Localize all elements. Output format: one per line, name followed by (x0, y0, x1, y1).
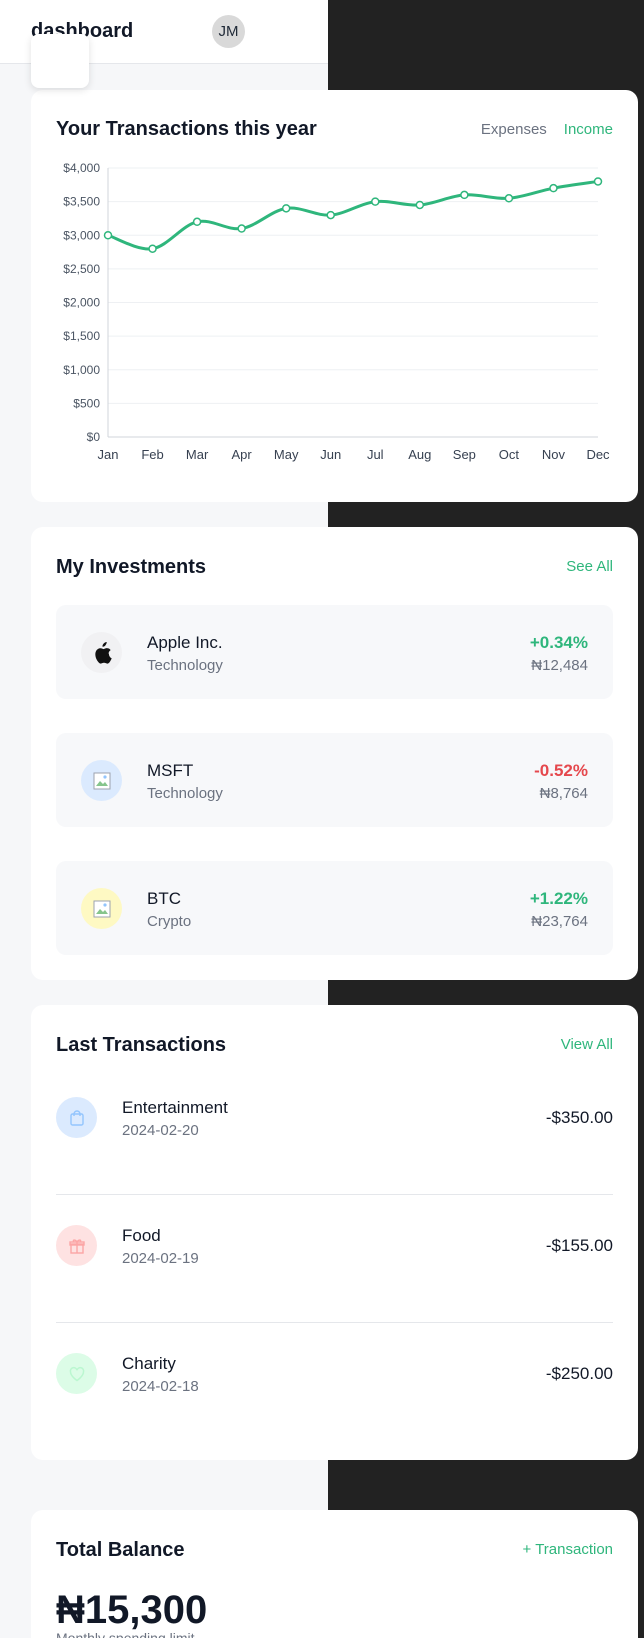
spending-limit-label: Monthly spending limit (56, 1630, 195, 1638)
transaction-name: Entertainment (122, 1098, 228, 1117)
y-tick-label: $2,500 (63, 262, 100, 276)
transaction-row[interactable]: Entertainment 2024-02-20 -$350.00 (56, 1067, 613, 1195)
transaction-date: 2024-02-19 (122, 1250, 199, 1267)
total-balance-card: Total Balance + Transaction ₦15,300 Mont… (31, 1510, 638, 1638)
x-tick-label: Jan (98, 447, 119, 462)
investment-amount: ₦23,764 (531, 913, 588, 930)
investment-category: Technology (147, 657, 223, 674)
expenses-toggle[interactable]: Expenses (481, 121, 547, 138)
last-transactions-title: Last Transactions (56, 1034, 227, 1056)
chart-card-title: Your Transactions this year (56, 118, 317, 140)
data-point (371, 197, 380, 206)
data-point (415, 200, 425, 210)
investment-item-msft[interactable]: MSFT Technology -0.52% ₦8,764 (56, 733, 613, 827)
y-tick-label: $1,000 (63, 363, 100, 377)
investment-change: +1.22% (529, 889, 588, 908)
x-tick-label: Dec (586, 447, 610, 462)
apple-icon (81, 632, 122, 673)
income-toggle[interactable]: Income (564, 121, 613, 138)
chart-toggle-group: Expenses Income (481, 121, 613, 138)
data-point (192, 217, 202, 227)
x-tick-label: Aug (408, 447, 431, 462)
x-tick-label: Jun (320, 447, 341, 462)
shopping-bag-icon (56, 1097, 97, 1138)
balance-amount: ₦15,300 (56, 1588, 208, 1632)
transaction-row[interactable]: Food 2024-02-19 -$155.00 (56, 1195, 613, 1323)
x-tick-label: Oct (499, 447, 520, 462)
transaction-amount: -$250.00 (545, 1364, 613, 1383)
investment-category: Technology (147, 785, 223, 802)
transaction-name: Food (122, 1226, 161, 1245)
y-tick-label: $3,000 (63, 228, 100, 242)
y-tick-label: $0 (87, 430, 101, 444)
transaction-amount: -$155.00 (545, 1236, 613, 1255)
see-all-link[interactable]: See All (566, 558, 613, 575)
avatar[interactable]: JM (212, 15, 245, 48)
data-point (460, 190, 469, 200)
gift-icon (56, 1225, 97, 1266)
investment-change: +0.34% (529, 633, 588, 652)
y-tick-label: $3,500 (63, 195, 100, 209)
investment-name: BTC (147, 889, 181, 908)
add-transaction-button[interactable]: + Transaction (523, 1541, 613, 1558)
data-point (103, 231, 113, 240)
y-tick-label: $1,500 (63, 329, 100, 343)
data-point (504, 194, 514, 203)
transactions-chart-card: Your Transactions this year Expenses Inc… (31, 90, 638, 502)
data-point (281, 204, 291, 213)
transactions-line-chart: $0 $500 $1,000 $1,500 $2,000 $2,500 $3,000 $3,5… (63, 161, 610, 462)
view-all-link[interactable]: View All (561, 1036, 613, 1053)
income-series-line (107, 179, 599, 251)
x-tick-label: May (274, 447, 299, 462)
data-point (593, 177, 603, 186)
x-tick-label: Sep (453, 447, 476, 462)
data-point (237, 224, 246, 233)
data-point (326, 210, 335, 220)
investment-name: Apple Inc. (147, 633, 223, 652)
y-tick-label: $500 (73, 396, 100, 410)
heart-icon (56, 1353, 97, 1394)
investments-card: My Investments See All Apple Inc. Techno… (31, 527, 638, 980)
floating-menu-box[interactable] (31, 34, 89, 88)
broken-image-icon (81, 760, 122, 801)
last-transactions-card: Last Transactions View All Entertainment… (31, 1005, 638, 1460)
y-tick-label: $4,000 (63, 161, 100, 175)
transaction-amount: -$350.00 (545, 1108, 613, 1127)
investments-title: My Investments (56, 556, 207, 578)
transaction-row[interactable]: Charity 2024-02-18 -$250.00 (56, 1323, 613, 1451)
investment-amount: ₦12,484 (531, 657, 588, 674)
data-point (549, 183, 558, 193)
investment-change: -0.52% (534, 761, 588, 780)
x-tick-label: Mar (186, 447, 209, 462)
x-tick-label: Jul (367, 447, 384, 462)
transaction-date: 2024-02-18 (122, 1378, 199, 1395)
transaction-date: 2024-02-20 (122, 1122, 199, 1139)
investment-item-btc[interactable]: BTC Crypto +1.22% ₦23,764 (56, 861, 613, 955)
x-tick-label: Feb (141, 447, 163, 462)
x-tick-label: Apr (232, 447, 253, 462)
data-point (148, 244, 157, 253)
broken-image-icon (81, 888, 122, 929)
investment-name: MSFT (147, 761, 194, 780)
investment-category: Crypto (147, 913, 192, 930)
transaction-name: Charity (122, 1354, 176, 1373)
investment-item-apple[interactable]: Apple Inc. Technology +0.34% ₦12,484 (56, 605, 613, 699)
x-tick-label: Nov (542, 447, 566, 462)
investment-amount: ₦8,764 (539, 785, 588, 802)
y-tick-label: $2,000 (63, 296, 100, 310)
total-balance-title: Total Balance (56, 1539, 185, 1561)
